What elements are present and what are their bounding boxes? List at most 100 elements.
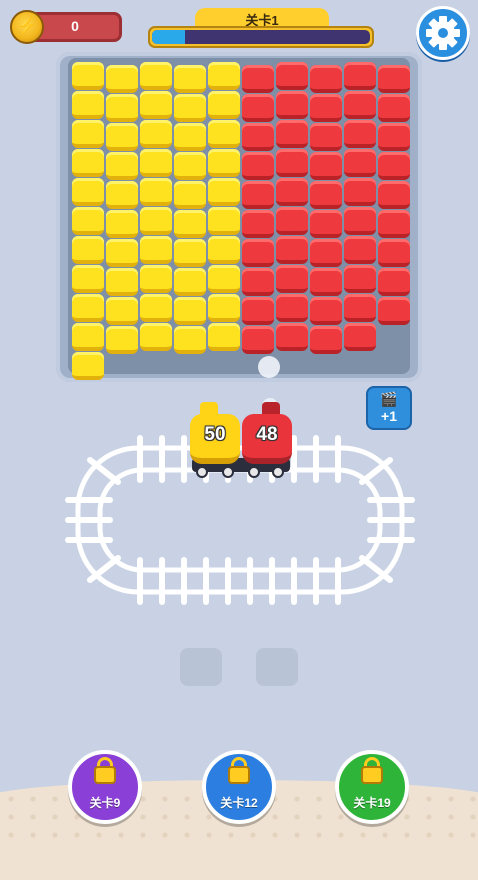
red-block bbox=[344, 178, 376, 206]
rail-track bbox=[65, 435, 415, 605]
coin-value: 0 bbox=[71, 18, 79, 34]
yellow-block bbox=[140, 207, 172, 235]
red-block bbox=[276, 236, 308, 264]
red-block bbox=[242, 268, 274, 296]
yellow-block bbox=[174, 65, 206, 93]
yellow-block bbox=[72, 91, 104, 119]
red-block bbox=[276, 178, 308, 206]
red-block bbox=[276, 62, 308, 90]
red-block bbox=[276, 294, 308, 322]
yellow-block bbox=[140, 149, 172, 177]
level-button-12[interactable]: 关卡12 bbox=[202, 750, 276, 824]
red-block bbox=[242, 326, 274, 354]
yellow-block bbox=[174, 152, 206, 180]
red-block bbox=[242, 94, 274, 122]
block-grid bbox=[68, 58, 410, 380]
yellow-block bbox=[106, 268, 138, 296]
red-block bbox=[310, 268, 342, 296]
red-block bbox=[310, 239, 342, 267]
level-button-label: 关卡9 bbox=[89, 796, 121, 810]
yellow-block bbox=[106, 210, 138, 238]
yellow-block bbox=[72, 120, 104, 148]
red-block bbox=[276, 207, 308, 235]
red-block bbox=[344, 120, 376, 148]
wheel bbox=[248, 466, 260, 478]
yellow-block bbox=[72, 62, 104, 90]
red-block bbox=[276, 149, 308, 177]
red-block bbox=[242, 65, 274, 93]
red-block bbox=[378, 297, 410, 325]
level-button-19[interactable]: 关卡19 bbox=[335, 750, 409, 824]
red-block bbox=[310, 123, 342, 151]
yellow-block bbox=[208, 323, 240, 351]
train-count: 50 bbox=[204, 424, 226, 445]
yellow-block bbox=[72, 265, 104, 293]
lock-icon bbox=[228, 766, 250, 784]
red-block bbox=[378, 268, 410, 296]
red-block bbox=[276, 91, 308, 119]
empty-slot[interactable] bbox=[180, 648, 222, 686]
red-block bbox=[378, 181, 410, 209]
smoke-puff bbox=[258, 356, 280, 378]
red-block bbox=[310, 152, 342, 180]
red-block bbox=[310, 297, 342, 325]
level-progress-fill bbox=[152, 30, 185, 44]
yellow-block bbox=[208, 294, 240, 322]
red-block bbox=[242, 297, 274, 325]
coin-icon: ⚡ bbox=[10, 10, 44, 44]
yellow-block bbox=[208, 236, 240, 264]
wheel bbox=[272, 466, 284, 478]
empty-slot[interactable] bbox=[256, 648, 298, 686]
red-block bbox=[344, 236, 376, 264]
red-block bbox=[310, 65, 342, 93]
yellow-block bbox=[140, 120, 172, 148]
red-block bbox=[310, 210, 342, 238]
yellow-block bbox=[174, 181, 206, 209]
red-block bbox=[378, 65, 410, 93]
yellow-block bbox=[208, 207, 240, 235]
red-block bbox=[276, 120, 308, 148]
train-car-yellow[interactable]: 50 bbox=[190, 414, 240, 464]
yellow-block bbox=[106, 123, 138, 151]
yellow-block bbox=[140, 178, 172, 206]
red-block bbox=[310, 94, 342, 122]
red-block bbox=[242, 239, 274, 267]
red-block bbox=[344, 149, 376, 177]
add-slot-label: +1 bbox=[381, 408, 397, 424]
gear-icon bbox=[426, 16, 460, 50]
yellow-block bbox=[174, 268, 206, 296]
yellow-block bbox=[106, 239, 138, 267]
train-count: 48 bbox=[256, 424, 278, 445]
train-car-red[interactable]: 48 bbox=[242, 414, 292, 464]
red-block bbox=[242, 123, 274, 151]
level-button-label: 关卡19 bbox=[353, 796, 391, 810]
red-block bbox=[378, 152, 410, 180]
red-block bbox=[242, 152, 274, 180]
red-block bbox=[344, 62, 376, 90]
level-button-9[interactable]: 关卡9 bbox=[68, 750, 142, 824]
yellow-block bbox=[208, 149, 240, 177]
red-block bbox=[242, 210, 274, 238]
yellow-block bbox=[106, 326, 138, 354]
yellow-block bbox=[72, 149, 104, 177]
wheel bbox=[196, 466, 208, 478]
yellow-block bbox=[106, 94, 138, 122]
add-slot-button[interactable]: 🎬 +1 bbox=[366, 386, 412, 430]
yellow-block bbox=[208, 91, 240, 119]
clapperboard-icon: 🎬 bbox=[380, 391, 398, 407]
red-block bbox=[344, 207, 376, 235]
yellow-block bbox=[106, 152, 138, 180]
settings-button[interactable] bbox=[416, 6, 470, 60]
red-block bbox=[344, 323, 376, 351]
yellow-block bbox=[72, 323, 104, 351]
yellow-block bbox=[174, 297, 206, 325]
yellow-block bbox=[208, 265, 240, 293]
yellow-block bbox=[72, 178, 104, 206]
red-block bbox=[310, 181, 342, 209]
yellow-block bbox=[106, 297, 138, 325]
yellow-block bbox=[208, 120, 240, 148]
red-block bbox=[344, 294, 376, 322]
yellow-block bbox=[140, 91, 172, 119]
red-block bbox=[378, 123, 410, 151]
yellow-block bbox=[174, 123, 206, 151]
